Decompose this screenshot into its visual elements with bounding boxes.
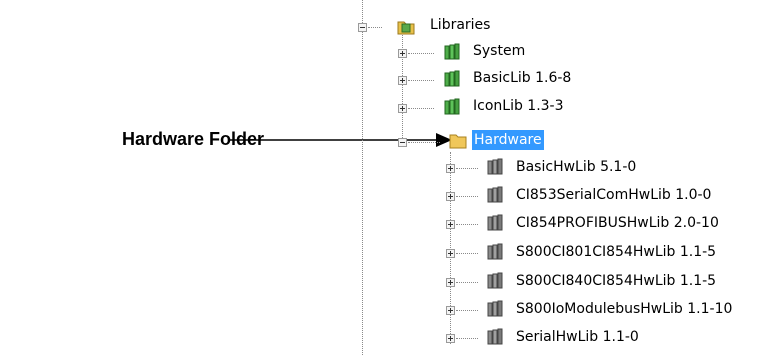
tree-label-hw-item[interactable]: SerialHwLib 1.1-0 bbox=[514, 327, 641, 347]
expand-icon[interactable] bbox=[398, 49, 407, 58]
expand-icon[interactable] bbox=[446, 192, 455, 201]
tree-line-outer bbox=[362, 0, 363, 355]
gray-library-icon bbox=[487, 272, 503, 289]
gray-library-icon bbox=[487, 300, 503, 317]
folder-icon bbox=[449, 134, 467, 149]
gray-library-icon bbox=[487, 328, 503, 345]
expand-icon[interactable] bbox=[446, 164, 455, 173]
gray-library-icon bbox=[487, 214, 503, 231]
tree-label-hw-item[interactable]: S800CI840CI854HwLib 1.1-5 bbox=[514, 271, 718, 291]
expand-icon[interactable] bbox=[446, 220, 455, 229]
tree-label-hardware[interactable]: Hardware bbox=[472, 130, 544, 150]
green-library-icon bbox=[444, 98, 460, 115]
green-library-icon bbox=[444, 43, 460, 60]
tree-label-libraries[interactable]: Libraries bbox=[428, 15, 492, 35]
expand-icon[interactable] bbox=[446, 278, 455, 287]
tree-line-hardware bbox=[450, 152, 451, 344]
tree-label-basiclib[interactable]: BasicLib 1.6-8 bbox=[471, 68, 573, 88]
tree-label-iconlib[interactable]: IconLib 1.3-3 bbox=[471, 96, 566, 116]
expand-icon[interactable] bbox=[398, 104, 407, 113]
collapse-icon[interactable] bbox=[398, 138, 407, 147]
green-library-icon bbox=[444, 70, 460, 87]
gray-library-icon bbox=[487, 186, 503, 203]
tree-label-hw-item[interactable]: S800IoModulebusHwLib 1.1-10 bbox=[514, 299, 734, 319]
expand-icon[interactable] bbox=[398, 76, 407, 85]
hardware-folder-callout: Hardware Folder bbox=[122, 129, 265, 149]
tree-label-system[interactable]: System bbox=[471, 41, 527, 61]
tree-label-hw-item[interactable]: S800CI801CI854HwLib 1.1-5 bbox=[514, 242, 718, 262]
collapse-icon[interactable] bbox=[358, 23, 367, 32]
expand-icon[interactable] bbox=[446, 334, 455, 343]
folder-library-icon bbox=[397, 21, 415, 35]
tree-label-hw-item[interactable]: CI853SerialComHwLib 1.0-0 bbox=[514, 185, 713, 205]
expand-icon[interactable] bbox=[446, 249, 455, 258]
tree-label-hw-item[interactable]: CI854PROFIBUSHwLib 2.0-10 bbox=[514, 213, 721, 233]
expand-icon[interactable] bbox=[446, 306, 455, 315]
tree-label-hw-item[interactable]: BasicHwLib 5.1-0 bbox=[514, 157, 638, 177]
gray-library-icon bbox=[487, 158, 503, 175]
gray-library-icon bbox=[487, 243, 503, 260]
